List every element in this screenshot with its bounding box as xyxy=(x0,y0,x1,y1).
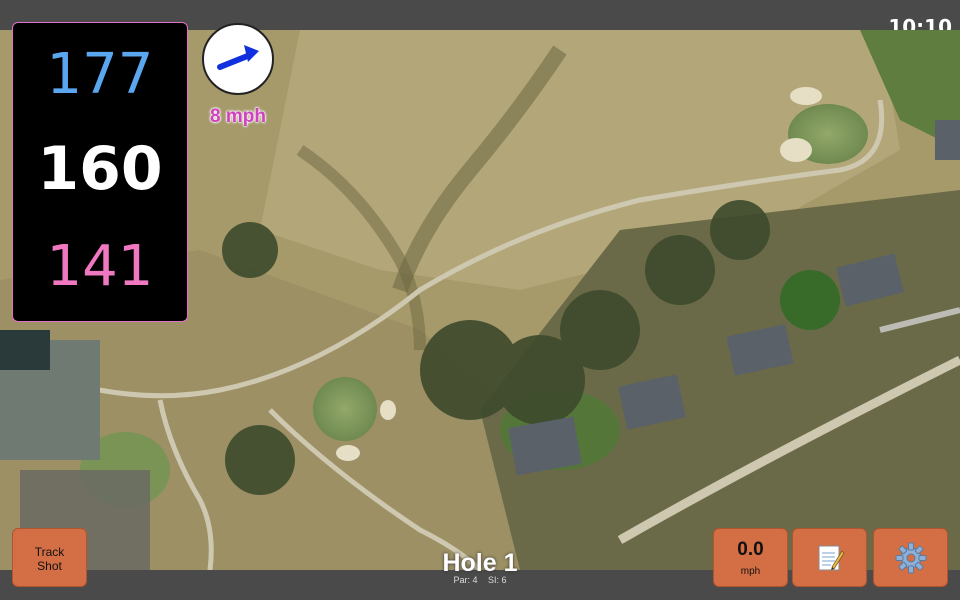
front-distance: 141 xyxy=(46,234,154,299)
speed-unit: mph xyxy=(740,566,761,577)
notepad-icon xyxy=(818,545,844,570)
track-shot-label: Track Shot xyxy=(34,545,65,573)
track-shot-button[interactable]: Track Shot xyxy=(12,528,87,587)
hole-info: Hole 1 Par: 4 SI: 6 xyxy=(400,548,560,585)
settings-button[interactable] xyxy=(873,528,948,587)
gear-icon xyxy=(895,542,926,573)
speed-button[interactable]: 0.0 mph xyxy=(713,528,788,587)
hole-title: Hole 1 xyxy=(442,549,518,577)
speed-value: 0.0 xyxy=(737,539,764,560)
hole-meta: Par: 4 SI: 6 xyxy=(400,575,560,585)
wind-direction-dial xyxy=(202,23,274,95)
middle-distance: 160 xyxy=(37,134,163,204)
distance-panel: 177 160 141 xyxy=(12,22,188,322)
par-label: Par: 4 xyxy=(453,575,478,585)
notes-button[interactable] xyxy=(792,528,867,587)
back-distance: 177 xyxy=(46,42,154,107)
stroke-index-label: SI: 6 xyxy=(488,575,507,585)
wind-speed: 8 mph xyxy=(210,106,266,127)
arrow-icon xyxy=(217,45,259,70)
